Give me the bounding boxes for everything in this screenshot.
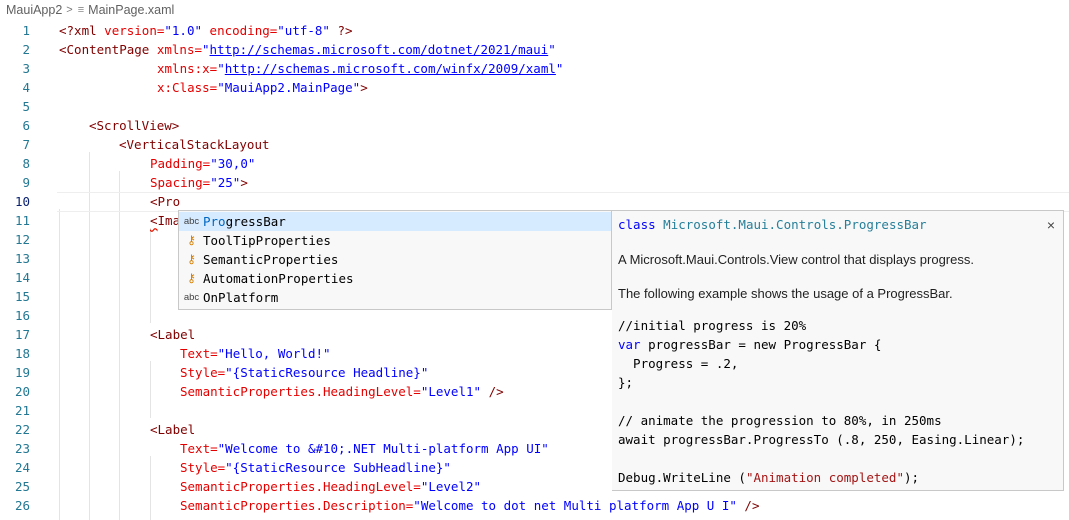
code-text: x:Class="MauiApp2.MainPage">: [157, 80, 368, 95]
line-number: 13: [14, 251, 30, 266]
suggestion-widget[interactable]: abc ProgressBar ⚷ ToolTipProperties ⚷ Se…: [178, 210, 612, 310]
code-text: <Label: [150, 327, 196, 342]
example-code: var progressBar = new ProgressBar {: [618, 337, 882, 352]
suggestion-item[interactable]: abc ProgressBar: [179, 212, 611, 231]
example-code: Progress = .2,: [618, 356, 739, 371]
code-text: Padding="30,0": [150, 156, 256, 171]
line-number: 18: [14, 346, 30, 361]
code-line[interactable]: 2 <ContentPage xmlns="http://schemas.mic…: [0, 40, 1069, 59]
code-text: Spacing="25">: [150, 175, 248, 190]
suggestion-label: SemanticProperties: [203, 252, 339, 267]
line-number: 20: [14, 384, 30, 399]
breadcrumb-file[interactable]: MainPage.xaml: [88, 3, 174, 17]
line-number: 7: [22, 137, 30, 152]
details-signature: class Microsoft.Maui.Controls.ProgressBa…: [618, 217, 927, 232]
line-number: 23: [14, 441, 30, 456]
code-text: <?xml version="1.0" encoding="utf-8" ?>: [59, 23, 353, 38]
code-line[interactable]: 7 <VerticalStackLayout: [0, 135, 1069, 154]
code-line[interactable]: 26 SemanticProperties.Description="Welco…: [0, 496, 1069, 515]
code-line[interactable]: 4 x:Class="MauiApp2.MainPage">: [0, 78, 1069, 97]
line-number: 12: [14, 232, 30, 247]
code-text: Style="{StaticResource SubHeadline}": [180, 460, 451, 475]
example-code: };: [618, 375, 634, 390]
url-link[interactable]: http://schemas.microsoft.com/dotnet/2021…: [210, 42, 549, 57]
code-text: xmlns:x="http://schemas.microsoft.com/wi…: [157, 61, 564, 76]
code-text: SemanticProperties.Description="Welcome …: [180, 498, 760, 513]
suggestion-details: class Microsoft.Maui.Controls.ProgressBa…: [612, 210, 1064, 491]
line-number: 24: [14, 460, 30, 475]
suggestion-label: ToolTipProperties: [203, 233, 331, 248]
breadcrumb: MauiApp2 > ≡ MainPage.xaml: [0, 0, 1069, 19]
line-number: 1: [22, 23, 30, 38]
property-icon: ⚷: [187, 252, 196, 266]
suggestion-item[interactable]: ⚷ AutomationProperties: [179, 269, 611, 288]
code-text: SemanticProperties.HeadingLevel="Level1"…: [180, 384, 504, 399]
line-number: 5: [22, 99, 30, 114]
code-line[interactable]: 3 xmlns:x="http://schemas.microsoft.com/…: [0, 59, 1069, 78]
code-line[interactable]: 6 <ScrollView>: [0, 116, 1069, 135]
code-text: Style="{StaticResource Headline}": [180, 365, 429, 380]
code-text: <ContentPage xmlns="http://schemas.micro…: [59, 42, 556, 57]
code-text: <Pro: [150, 194, 181, 209]
example-code: // animate the progression to 80%, in 25…: [618, 413, 942, 428]
chevron-right-icon: >: [66, 3, 73, 16]
suggestion-item[interactable]: ⚷ SemanticProperties: [179, 250, 611, 269]
example-code: Debug.WriteLine ("Animation completed");: [618, 470, 920, 485]
url-link[interactable]: http://schemas.microsoft.com/winfx/2009/…: [225, 61, 556, 76]
line-number: 10: [14, 194, 30, 209]
line-number: 9: [22, 175, 30, 190]
property-icon: ⚷: [187, 233, 196, 247]
suggestion-item[interactable]: abc OnPlatform: [179, 288, 611, 307]
line-number: 11: [14, 213, 30, 228]
code-text: <Label: [150, 422, 196, 437]
line-number: 6: [22, 118, 30, 133]
details-description: A Microsoft.Maui.Controls.View control t…: [618, 252, 974, 267]
code-line[interactable]: 1 <?xml version="1.0" encoding="utf-8" ?…: [0, 21, 1069, 40]
code-line[interactable]: 9 Spacing="25">: [0, 173, 1069, 192]
code-line[interactable]: 5: [0, 97, 1069, 116]
suggestion-label: AutomationProperties: [203, 271, 354, 286]
code-text: <VerticalStackLayout: [119, 137, 270, 152]
code-text: <ScrollView>: [89, 118, 180, 133]
text-snippet-icon: abc: [183, 292, 200, 303]
close-icon[interactable]: ×: [1047, 217, 1055, 233]
example-code: //initial progress is 20%: [618, 318, 807, 333]
code-text: <Ima: [150, 213, 181, 228]
suggestion-label: ProgressBar: [203, 214, 286, 229]
code-text: Text="Hello, World!": [180, 346, 331, 361]
line-number: 15: [14, 289, 30, 304]
code-line[interactable]: 8 Padding="30,0": [0, 154, 1069, 173]
line-number: 26: [14, 498, 30, 513]
text-snippet-icon: abc: [183, 216, 200, 227]
line-number: 14: [14, 270, 30, 285]
code-text: SemanticProperties.HeadingLevel="Level2": [180, 479, 482, 494]
line-number: 2: [22, 42, 30, 57]
line-number: 16: [14, 308, 30, 323]
line-number: 21: [14, 403, 30, 418]
current-line-highlight: [57, 192, 1069, 212]
line-number: 4: [22, 80, 30, 95]
error-squiggle[interactable]: <: [150, 213, 158, 228]
code-text: Text="Welcome to &#10;.NET Multi-platfor…: [180, 441, 549, 456]
line-number: 17: [14, 327, 30, 342]
suggestion-item[interactable]: ⚷ ToolTipProperties: [179, 231, 611, 250]
suggestion-label: OnPlatform: [203, 290, 279, 305]
line-number: 8: [22, 156, 30, 171]
details-description: The following example shows the usage of…: [618, 286, 953, 301]
line-number: 25: [14, 479, 30, 494]
breadcrumb-project[interactable]: MauiApp2: [6, 3, 62, 17]
line-number: 19: [14, 365, 30, 380]
property-icon: ⚷: [187, 271, 196, 285]
file-lines-icon: ≡: [77, 3, 85, 16]
line-number: 3: [22, 61, 30, 76]
example-code: await progressBar.ProgressTo (.8, 250, E…: [618, 432, 1025, 447]
line-number: 22: [14, 422, 30, 437]
code-line-current[interactable]: 10 <Pro: [0, 192, 1069, 212]
